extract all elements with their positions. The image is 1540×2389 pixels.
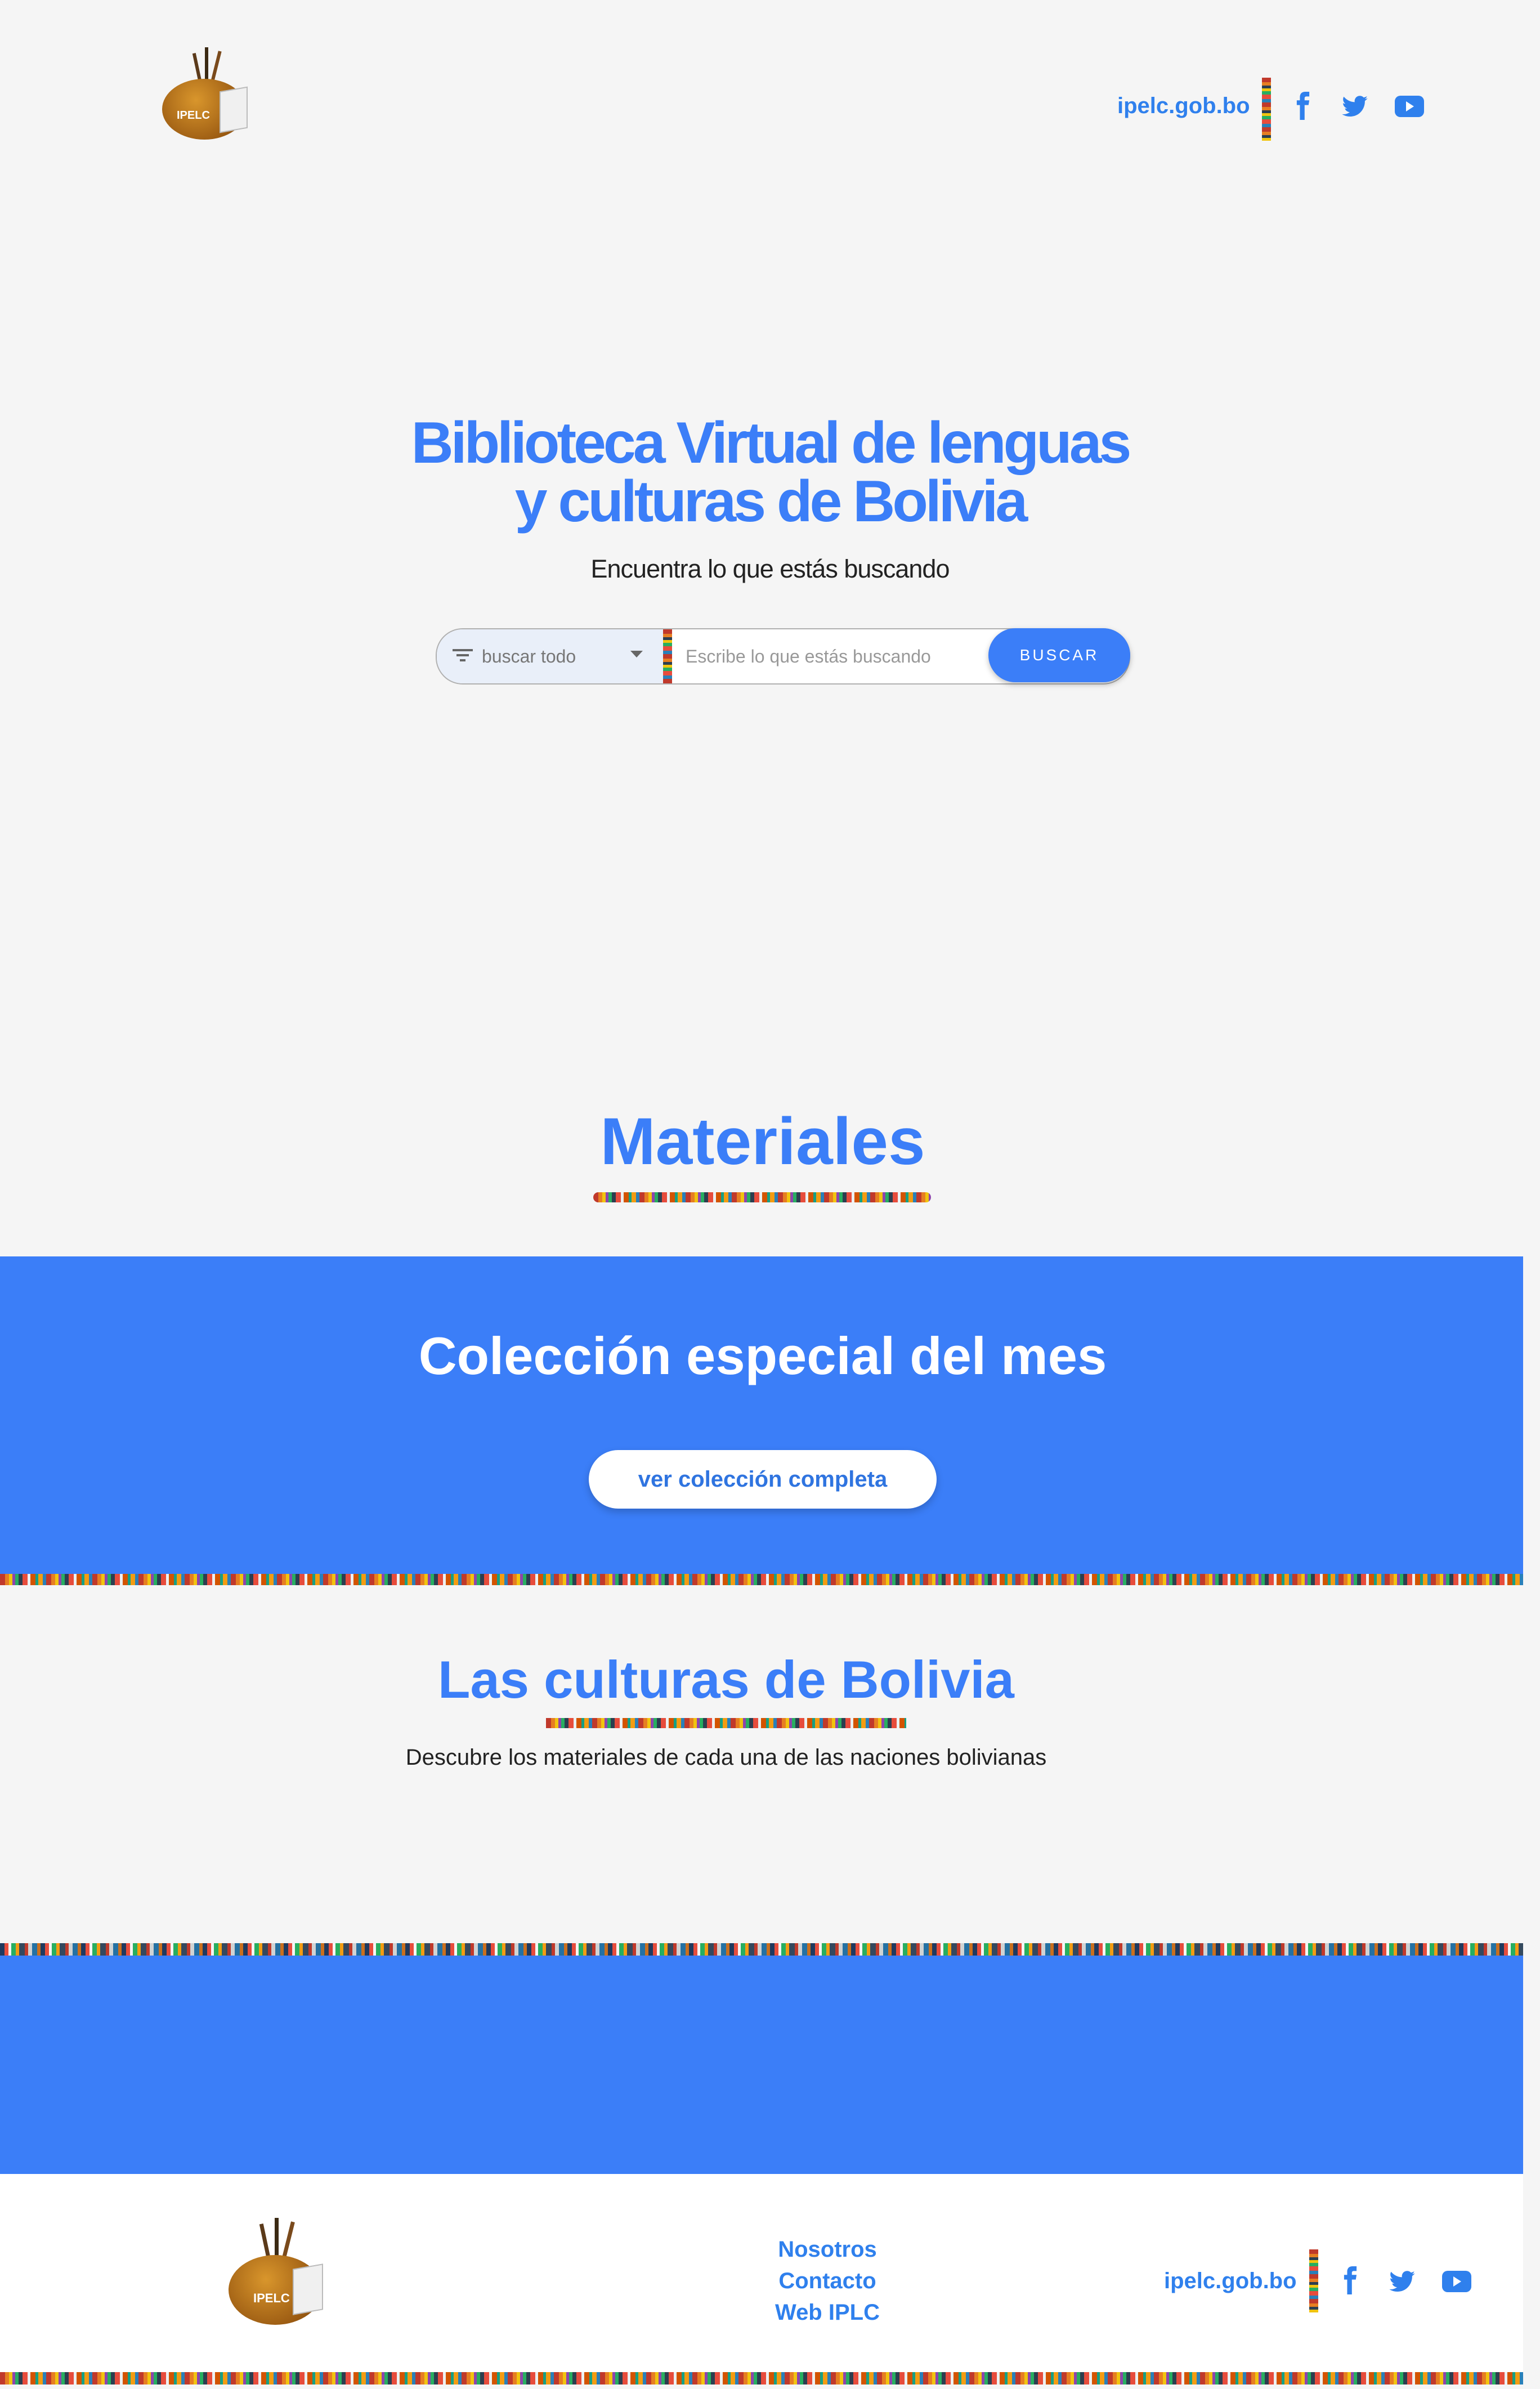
search-filter-value: buscar todo	[482, 646, 576, 666]
culturas-underline	[546, 1718, 906, 1728]
footer-link-web-iplc[interactable]: Web IPLC	[743, 2300, 912, 2325]
materiales-underline	[593, 1192, 931, 1202]
footer-logo[interactable]: IPELC	[225, 2218, 332, 2330]
coleccion-section	[0, 1256, 1523, 1574]
culturas-description: Descubre los materiales de cada una de l…	[405, 1745, 1047, 1770]
search-button[interactable]: BUSCAR	[988, 628, 1130, 682]
logo-book	[293, 2263, 323, 2315]
coleccion-title: Colección especial del mes	[418, 1326, 1107, 1385]
ver-coleccion-button[interactable]: ver colección completa	[589, 1450, 937, 1509]
search-input[interactable]	[673, 629, 1001, 683]
header-divider-stripe	[1262, 78, 1271, 141]
hero-title-line1: Biblioteca Virtual de lenguas	[411, 410, 1132, 476]
footer-link-contacto[interactable]: Contacto	[743, 2269, 912, 2294]
culturas-border-stripe	[0, 1943, 1523, 1956]
culturas-title: Las culturas de Bolivia	[438, 1650, 1014, 1709]
twitter-icon[interactable]	[1342, 96, 1368, 117]
logo-text: IPELC	[253, 2291, 290, 2305]
coleccion-border-stripe	[0, 1574, 1523, 1585]
footer-site-link[interactable]: ipelc.gob.bo	[1164, 2269, 1297, 2294]
footer-facebook-icon[interactable]	[1341, 2266, 1360, 2294]
hero-title-line2: y culturas de Bolivia	[514, 469, 1028, 534]
logo-book	[220, 86, 248, 133]
footer-divider-stripe	[1309, 2249, 1318, 2312]
filter-icon	[453, 648, 473, 665]
search-divider-stripe	[663, 629, 672, 683]
youtube-icon[interactable]	[1395, 96, 1424, 117]
materiales-title: Materiales	[600, 1104, 925, 1179]
footer-twitter-icon[interactable]	[1389, 2271, 1415, 2292]
footer-link-nosotros[interactable]: Nosotros	[743, 2237, 912, 2262]
footer-border-stripe	[0, 2372, 1523, 2384]
hero-title: Biblioteca Virtual de lenguas y culturas…	[0, 414, 1540, 531]
culturas-band	[0, 1956, 1523, 2174]
search-filter-select[interactable]: buscar todo	[437, 629, 663, 683]
logo-text: IPELC	[177, 109, 210, 122]
site-link[interactable]: ipelc.gob.bo	[1117, 93, 1250, 119]
facebook-icon[interactable]	[1293, 92, 1313, 120]
header-logo[interactable]: IPELC	[160, 45, 256, 146]
chevron-down-icon	[630, 651, 643, 661]
footer-youtube-icon[interactable]	[1442, 2271, 1471, 2292]
hero-subtitle: Encuentra lo que estás buscando	[590, 554, 950, 583]
